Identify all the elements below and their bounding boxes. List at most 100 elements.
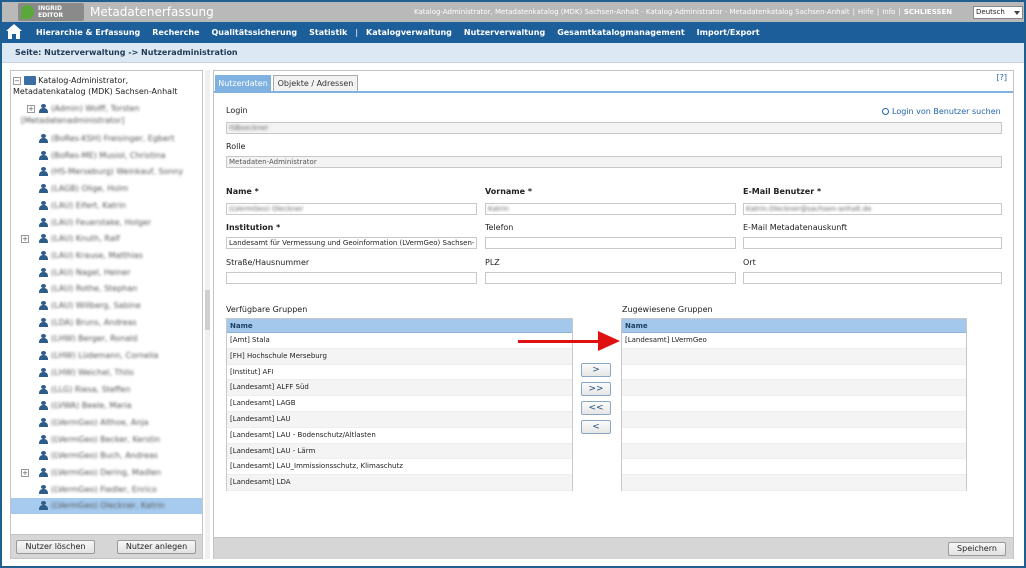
panel-splitter[interactable]: [205, 70, 210, 559]
tree-item[interactable]: (LAU) Nagel, Heiner: [11, 265, 202, 281]
email-field[interactable]: Katrin.Oleckner@sachsen-anhalt.de: [743, 203, 1002, 215]
tree-item[interactable]: (LAU) Krause, Matthias: [11, 248, 202, 264]
phone-field[interactable]: [485, 237, 736, 249]
info-link[interactable]: Info: [882, 8, 895, 16]
group-row[interactable]: [Landesamt] LDA: [227, 475, 572, 491]
nav-item[interactable]: Statistik: [303, 28, 353, 37]
group-row[interactable]: [622, 396, 966, 412]
tree-item-admin[interactable]: + (Admin) Wolff, Torsten [Metadatenadmin…: [21, 103, 202, 127]
collapse-icon[interactable]: −: [13, 76, 21, 85]
group-row[interactable]: [622, 348, 966, 365]
tree-item[interactable]: (LHW) Berger, Ronald: [11, 331, 202, 347]
user-icon: [38, 367, 49, 377]
group-row[interactable]: [Institut] AFI: [227, 365, 572, 381]
group-row[interactable]: [Landesamt] LAU - Lärm: [227, 443, 572, 460]
create-user-button[interactable]: Nutzer anlegen: [117, 540, 196, 554]
city-field[interactable]: [743, 272, 1002, 284]
group-row[interactable]: [Landesamt] LAU: [227, 411, 572, 428]
group-row[interactable]: [Landesamt] LAU - Bodenschutz/Altlasten: [227, 428, 572, 444]
tree-item[interactable]: + (LVermGeo) Dering, Madlen: [11, 465, 202, 481]
street-field[interactable]: [226, 272, 477, 284]
tree-item[interactable]: + (LAU) Knuth, Ralf: [11, 231, 202, 247]
tree-item[interactable]: (LAU) Rothe, Stephan: [11, 281, 202, 297]
language-select[interactable]: Deutsch: [973, 6, 1023, 19]
tab-nutzerdaten[interactable]: Nutzerdaten: [215, 75, 271, 92]
tree-item[interactable]: (LVermGeo) Althoe, Anja: [11, 415, 202, 431]
group-row[interactable]: [622, 443, 966, 460]
user-icon: [38, 317, 49, 327]
tree-item[interactable]: (LAGB) Olige, Holm: [11, 181, 202, 197]
tree-item-label: (LVermGeo) Buch, Andreas: [51, 451, 158, 461]
group-row[interactable]: [622, 411, 966, 428]
close-link[interactable]: SCHLIESSEN: [904, 8, 952, 16]
tree-root[interactable]: − Katalog-Administrator, Metadatenkatalo…: [13, 75, 202, 97]
user-tree-panel: − Katalog-Administrator, Metadatenkatalo…: [10, 70, 203, 535]
email-meta-field[interactable]: [743, 237, 1002, 249]
group-row[interactable]: [622, 380, 966, 397]
login-label: Login: [226, 106, 248, 115]
tree-item[interactable]: (LVermGeo) Buch, Andreas: [11, 448, 202, 464]
group-row[interactable]: [FH] Hochschule Merseburg: [227, 348, 572, 365]
firstname-field[interactable]: Katrin: [485, 203, 736, 215]
tree-item[interactable]: (BoRes-ME) Musiol, Christina: [11, 148, 202, 164]
tree-item[interactable]: (LVermGeo) Fiedler, Enrico: [11, 482, 202, 498]
tree-item-label: (LAU) Rothe, Stephan: [51, 284, 138, 294]
tree-item-label: (LHW) Weichel, Thilo: [51, 367, 134, 377]
remove-all-groups-button[interactable]: <<: [581, 401, 611, 415]
group-row[interactable]: [Landesamt] LVermGeo: [622, 333, 966, 349]
tree-item[interactable]: (LLG) Riesa, Steffen: [11, 382, 202, 398]
tree-item[interactable]: (LVWA) Beele, Maria: [11, 398, 202, 414]
nav-item[interactable]: Nutzerverwaltung: [458, 28, 551, 37]
tree-item[interactable]: (BoRes-KSH) Freisinger, Egbert: [11, 131, 202, 147]
add-all-groups-button[interactable]: >>: [581, 382, 611, 396]
tree-item[interactable]: (LAU) Eifert, Katrin: [11, 198, 202, 214]
nav-item[interactable]: Hierarchie & Erfassung: [30, 28, 146, 37]
tree-item[interactable]: (LDA) Bruns, Andreas: [11, 315, 202, 331]
help-button[interactable]: [?]: [997, 73, 1008, 82]
user-icon: [38, 451, 49, 461]
nav-item[interactable]: Qualitätssicherung: [206, 28, 304, 37]
leaf-icon: [21, 5, 34, 19]
user-icon: [38, 104, 49, 113]
plz-field[interactable]: [485, 272, 736, 284]
nav-item[interactable]: Gesamtkatalogmanagement: [551, 28, 690, 37]
nav-item[interactable]: Katalogverwaltung: [360, 28, 458, 37]
tree-item[interactable]: (LVermGeo) Oleckner, Katrin: [11, 498, 202, 515]
nav-item[interactable]: Recherche: [146, 28, 205, 37]
group-row[interactable]: [Landesamt] ALFF Süd: [227, 380, 572, 397]
name-field[interactable]: (LVermGeo) Oleckner: [226, 203, 477, 215]
logo-line1: INGRID: [38, 5, 63, 12]
user-icon: [38, 351, 49, 361]
tree-item[interactable]: (HS-Merseburg) Weinkauf, Sonny: [11, 164, 202, 180]
institution-field[interactable]: Landesamt für Vermessung und Geoinformat…: [226, 237, 477, 249]
firstname-label: Vorname *: [485, 187, 533, 196]
tree-item[interactable]: (LHW) Weichel, Thilo: [11, 365, 202, 381]
tree-item[interactable]: (LAU) Feuerstake, Holger: [11, 215, 202, 231]
user-icon: [38, 384, 49, 394]
delete-user-button[interactable]: Nutzer löschen: [16, 540, 95, 554]
remove-group-button[interactable]: <: [581, 420, 611, 434]
add-group-button[interactable]: >: [581, 363, 611, 377]
tree-item-label: (BoRes-KSH) Freisinger, Egbert: [51, 134, 175, 143]
tab-objekte-adressen[interactable]: Objekte / Adressen: [273, 75, 358, 92]
group-row[interactable]: [622, 365, 966, 381]
help-link[interactable]: Hilfe: [858, 8, 874, 16]
expand-icon[interactable]: +: [27, 104, 35, 113]
expand-icon[interactable]: +: [21, 468, 29, 477]
expand-icon[interactable]: +: [21, 234, 29, 243]
splitter-grip[interactable]: [205, 290, 210, 330]
user-icon: [38, 484, 49, 494]
group-row[interactable]: [Landesamt] LAGB: [227, 396, 572, 412]
nav-item[interactable]: Import/Export: [691, 28, 766, 37]
group-row[interactable]: [Landesamt] LAU_Immissionsschutz, Klimas…: [227, 459, 572, 476]
group-row[interactable]: [622, 459, 966, 476]
group-row[interactable]: [622, 428, 966, 444]
search-login-link[interactable]: Login von Benutzer suchen: [882, 107, 1001, 116]
tree-item[interactable]: (LHW) Lüdemann, Cornelia: [11, 348, 202, 364]
tree-item[interactable]: (LAU) Willberg, Sabine: [11, 298, 202, 314]
home-icon[interactable]: [6, 24, 23, 40]
tree-item[interactable]: (LVermGeo) Becker, Kerstin: [11, 432, 202, 448]
tree-item-label: (LLG) Riesa, Steffen: [51, 384, 131, 394]
group-row[interactable]: [622, 475, 966, 491]
save-button[interactable]: Speichern: [948, 542, 1006, 556]
